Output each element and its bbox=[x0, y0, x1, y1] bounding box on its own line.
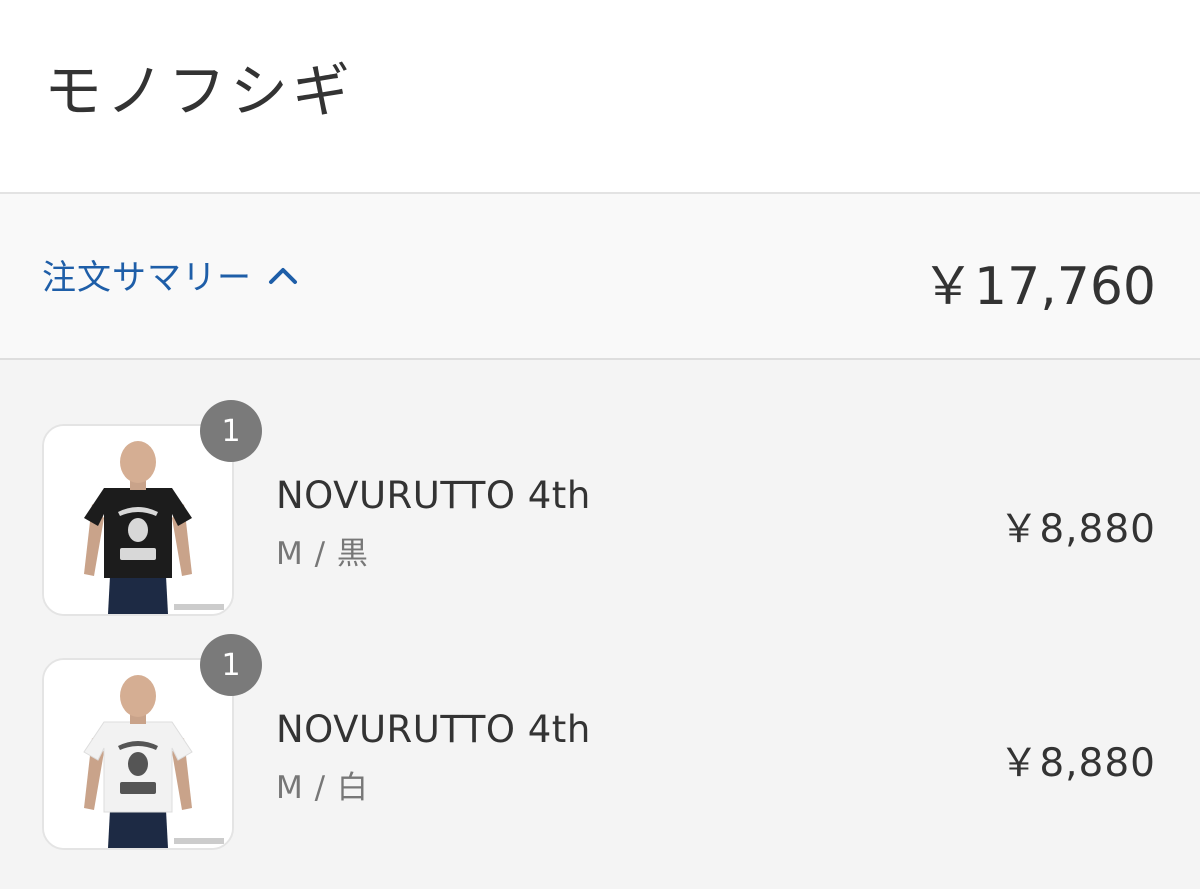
product-thumbnail-wrap: 1 bbox=[42, 400, 262, 616]
header: モノフシギ bbox=[0, 0, 1200, 194]
product-photo bbox=[44, 426, 232, 614]
line-item: 1 NOVURUTTO 4th M / 白 ￥8,880 bbox=[0, 594, 1200, 850]
product-variant: M / 黒 bbox=[276, 536, 369, 572]
product-price: ￥8,880 bbox=[999, 507, 1156, 552]
product-name: NOVURUTTO 4th bbox=[276, 474, 591, 517]
shop-title[interactable]: モノフシギ bbox=[44, 44, 354, 128]
order-total: ￥17,760 bbox=[922, 257, 1156, 317]
product-variant: M / 白 bbox=[276, 770, 369, 806]
order-summary-toggle[interactable]: 注文サマリー bbox=[42, 250, 300, 298]
line-item: 1 NOVURUTTO 4th M / 黒 ￥8,880 bbox=[0, 360, 1200, 616]
order-summary-bar[interactable]: 注文サマリー ￥17,760 bbox=[0, 194, 1200, 360]
product-name: NOVURUTTO 4th bbox=[276, 708, 591, 751]
quantity-badge: 1 bbox=[200, 400, 262, 462]
chevron-up-icon[interactable] bbox=[266, 259, 300, 289]
order-summary-label[interactable]: 注文サマリー bbox=[42, 250, 252, 299]
product-thumbnail bbox=[42, 424, 234, 616]
product-thumbnail bbox=[42, 658, 234, 850]
quantity-badge: 1 bbox=[200, 634, 262, 696]
product-price: ￥8,880 bbox=[999, 741, 1156, 786]
product-thumbnail-wrap: 1 bbox=[42, 634, 262, 850]
product-photo bbox=[44, 660, 232, 848]
